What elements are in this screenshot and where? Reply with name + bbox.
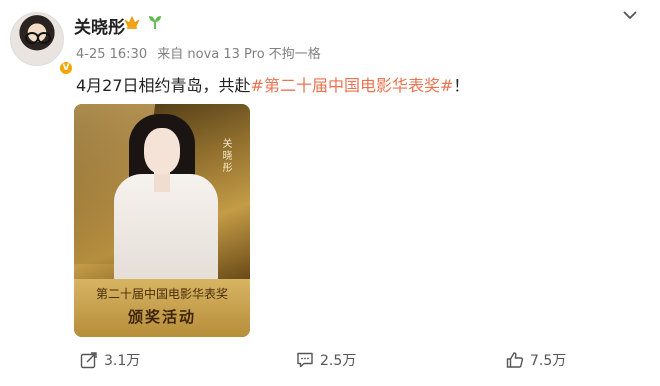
glasses-icon: [25, 32, 51, 44]
post-text: 4月27日相约青岛，共赴#第二十届中国电影华表奖#！: [76, 72, 469, 96]
like-button[interactable]: 7.5万: [506, 350, 566, 370]
poster-banner: 第二十届中国电影华表奖 颁奖活动: [74, 279, 250, 337]
username[interactable]: 关晓彤: [74, 13, 125, 38]
poster-subtitle: 颁奖活动: [127, 308, 196, 326]
post-date: 4-25 16:30: [76, 47, 148, 62]
comment-icon: [297, 352, 313, 368]
post-text-prefix: 4月27日相约青岛，共赴: [76, 76, 251, 95]
post-image[interactable]: 关晓彤 第二十届中国电影华表奖 颁奖活动: [74, 104, 250, 337]
crown-icon: [124, 16, 140, 29]
hashtag-link[interactable]: #第二十届中国电影华表奖#: [251, 76, 454, 95]
chevron-down-icon[interactable]: [622, 9, 638, 21]
post-source[interactable]: 来自 nova 13 Pro 不拘一格: [157, 47, 321, 62]
poster-side-name: 关晓彤: [220, 138, 231, 174]
poster-figure-face: [144, 128, 180, 174]
comment-button[interactable]: 2.5万: [296, 350, 356, 370]
thumbs-up-icon: [506, 352, 524, 368]
action-bar: 3.1万 2.5万 7.5万: [0, 340, 660, 386]
comment-count: 2.5万: [320, 353, 357, 369]
avatar[interactable]: V: [10, 12, 74, 76]
repost-button[interactable]: 3.1万: [80, 350, 140, 370]
poster-title: 第二十届中国电影华表奖: [95, 287, 228, 301]
sprout-icon: [149, 16, 161, 29]
like-count: 7.5万: [530, 353, 567, 369]
post-text-suffix: ！: [453, 76, 470, 95]
repost-count: 3.1万: [104, 353, 141, 369]
post-meta: 4-25 16:30 来自 nova 13 Pro 不拘一格: [76, 43, 327, 62]
verified-badge: V: [58, 60, 74, 76]
poster-figure-body: [114, 174, 218, 294]
share-icon: [80, 352, 97, 369]
